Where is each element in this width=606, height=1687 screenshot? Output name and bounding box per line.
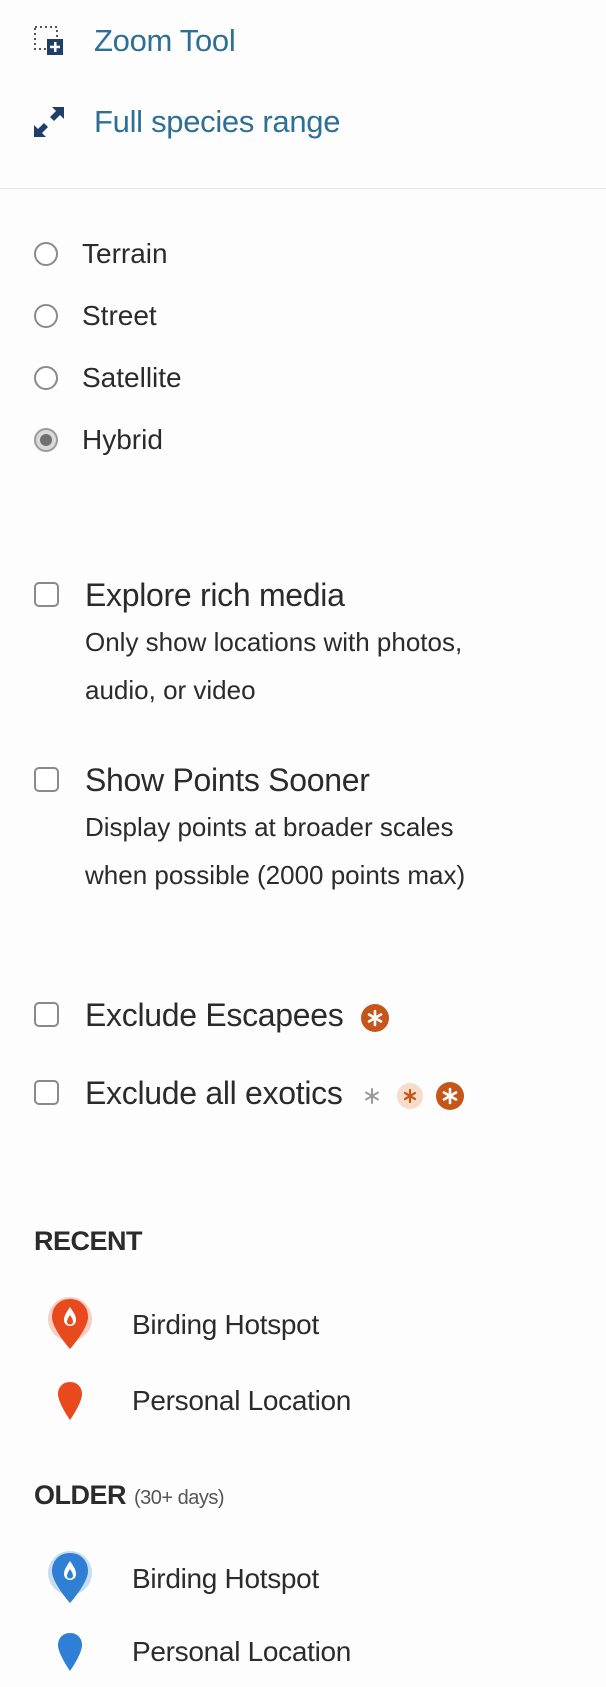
legend-recent-personal: Personal Location xyxy=(40,1371,351,1431)
map-options-panel: Zoom Tool Full species range Terrain Str… xyxy=(0,0,606,1687)
radio-terrain[interactable] xyxy=(34,242,58,266)
zoom-tool-label: Zoom Tool xyxy=(94,23,236,58)
exclude-escapees-title: Exclude Escapees xyxy=(85,997,344,1033)
exclude-exotics-checkbox[interactable] xyxy=(34,1080,59,1105)
points-sooner-title: Show Points Sooner xyxy=(85,762,370,798)
map-type-label: Terrain xyxy=(82,238,168,269)
map-type-street[interactable]: Street xyxy=(34,294,157,338)
legend-label: Personal Location xyxy=(132,1636,352,1667)
map-type-label: Satellite xyxy=(82,362,182,393)
radio-street[interactable] xyxy=(34,304,58,328)
option-points-sooner[interactable]: Show Points Sooner Display points at bro… xyxy=(34,759,505,899)
expand-icon xyxy=(32,105,66,139)
section-divider xyxy=(0,188,606,189)
legend-label: Birding Hotspot xyxy=(132,1563,319,1594)
radio-hybrid[interactable] xyxy=(34,428,58,452)
map-type-terrain[interactable]: Terrain xyxy=(34,232,168,276)
legend-label: Birding Hotspot xyxy=(132,1309,319,1340)
full-range-label: Full species range xyxy=(94,104,341,139)
option-rich-media[interactable]: Explore rich media Only show locations w… xyxy=(34,574,505,714)
legend-recent-hotspot: Birding Hotspot xyxy=(40,1295,319,1355)
rich-media-title: Explore rich media xyxy=(85,577,345,613)
map-type-hybrid[interactable]: Hybrid xyxy=(34,418,163,462)
map-type-satellite[interactable]: Satellite xyxy=(34,356,182,400)
option-exclude-escapees[interactable]: Exclude Escapees xyxy=(34,994,390,1036)
legend-older-personal: Personal Location xyxy=(40,1622,351,1682)
rich-media-checkbox[interactable] xyxy=(34,582,59,607)
zoom-tool-icon xyxy=(32,24,66,58)
escapee-badge-icon xyxy=(361,1003,390,1032)
personal-marker-icon xyxy=(40,1371,100,1431)
legend-older-subheading: (30+ days) xyxy=(134,1487,225,1509)
asterisk-grey-icon xyxy=(365,1087,380,1104)
exclude-escapees-checkbox[interactable] xyxy=(34,1002,59,1027)
option-exclude-exotics[interactable]: Exclude all exotics xyxy=(34,1072,467,1114)
legend-older-heading: OLDER (30+ days) xyxy=(34,1480,225,1510)
zoom-tool-button[interactable]: Zoom Tool xyxy=(32,16,236,66)
legend-recent-heading: RECENT xyxy=(34,1226,143,1256)
legend-older-hotspot: Birding Hotspot xyxy=(40,1549,319,1609)
points-sooner-checkbox[interactable] xyxy=(34,767,59,792)
asterisk-badge-icon xyxy=(436,1081,465,1110)
map-type-label: Street xyxy=(82,300,157,331)
hotspot-marker-icon xyxy=(40,1295,100,1355)
full-range-button[interactable]: Full species range xyxy=(32,97,340,147)
exclude-exotics-title: Exclude all exotics xyxy=(85,1075,343,1111)
map-type-label: Hybrid xyxy=(82,424,163,455)
points-sooner-description: Display points at broader scales when po… xyxy=(85,812,466,890)
rich-media-description: Only show locations with photos, audio, … xyxy=(85,627,463,705)
asterisk-light-badge-icon xyxy=(397,1082,424,1109)
personal-marker-icon xyxy=(40,1622,100,1682)
legend-label: Personal Location xyxy=(132,1385,352,1416)
radio-satellite[interactable] xyxy=(34,366,58,390)
hotspot-marker-icon xyxy=(40,1549,100,1609)
